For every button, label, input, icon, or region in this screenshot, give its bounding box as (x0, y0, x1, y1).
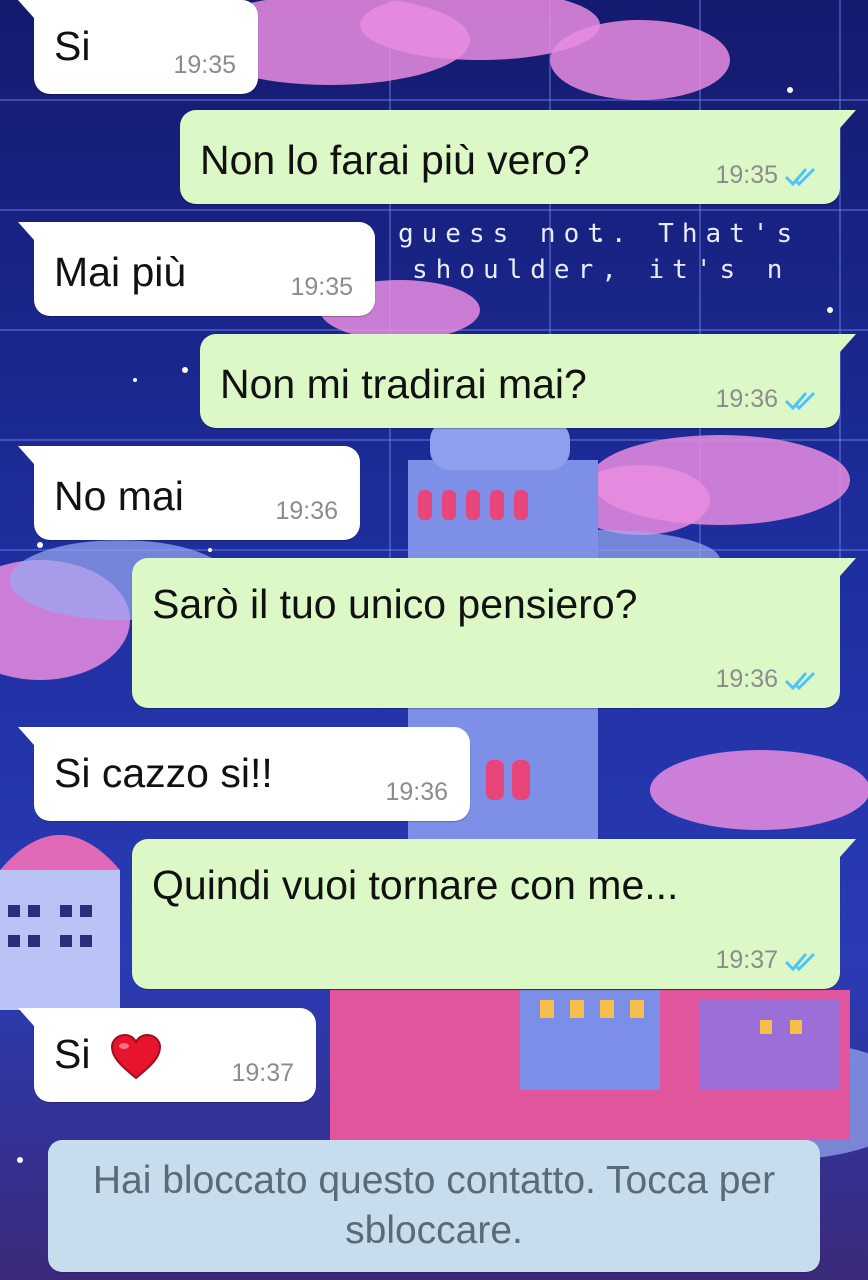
message-list[interactable]: Si 19:35 Non lo farai più vero? 19:35 Ma… (0, 0, 868, 1280)
message-bubble-incoming[interactable]: Mai più 19:35 (18, 222, 375, 316)
message-time: 19:36 (715, 385, 778, 413)
message-meta: 19:37 (231, 1059, 294, 1088)
message-meta: 19:35 (173, 51, 236, 80)
read-receipt-icon (784, 952, 816, 971)
message-text: Mai più (54, 249, 187, 295)
message-bubble-outgoing[interactable]: Quindi vuoi tornare con me... 19:37 (132, 839, 856, 989)
blocked-contact-notice[interactable]: Hai bloccato questo contatto. Tocca per … (48, 1140, 820, 1272)
read-receipt-icon (784, 671, 816, 690)
message-bubble-outgoing[interactable]: Sarò il tuo unico pensiero? 19:36 (132, 558, 856, 708)
message-time: 19:35 (290, 273, 353, 301)
blocked-contact-notice-text: Hai bloccato questo contatto. Tocca per … (92, 1159, 776, 1252)
message-text: Sarò il tuo unico pensiero? (152, 581, 638, 627)
message-time: 19:36 (715, 665, 778, 693)
message-time: 19:36 (275, 497, 338, 525)
message-bubble-incoming[interactable]: Si 19:35 (18, 0, 258, 94)
message-meta: 19:36 (275, 497, 338, 526)
message-text: No mai (54, 473, 184, 519)
message-meta: 19:36 (385, 778, 448, 807)
message-time: 19:37 (715, 946, 778, 974)
message-meta: 19:35 (290, 273, 353, 302)
message-text: Si (54, 1030, 162, 1080)
read-receipt-icon (784, 167, 816, 186)
message-text: Si (54, 23, 91, 69)
message-bubble-incoming[interactable]: Si 19:37 (18, 1008, 316, 1102)
message-meta: 19:36 (715, 385, 822, 414)
message-meta: 19:35 (715, 161, 822, 190)
message-text: Non mi tradirai mai? (220, 361, 587, 407)
message-time: 19:36 (385, 778, 448, 806)
message-meta: 19:36 (715, 665, 822, 694)
message-bubble-incoming[interactable]: Si cazzo si!! 19:36 (18, 727, 470, 821)
message-time: 19:37 (231, 1059, 294, 1087)
message-time: 19:35 (173, 51, 236, 79)
message-text: Si cazzo si!! (54, 750, 273, 796)
message-text: Non lo farai più vero? (200, 137, 590, 183)
message-time: 19:35 (715, 161, 778, 189)
message-text: Quindi vuoi tornare con me... (152, 862, 679, 908)
message-bubble-incoming[interactable]: No mai 19:36 (18, 446, 360, 540)
message-text-content: Si (54, 1031, 91, 1077)
read-receipt-icon (784, 391, 816, 410)
message-bubble-outgoing[interactable]: Non mi tradirai mai? 19:36 (200, 334, 856, 428)
message-meta: 19:37 (715, 946, 822, 975)
message-bubble-outgoing[interactable]: Non lo farai più vero? 19:35 (180, 110, 856, 204)
heart-emoji (110, 1034, 161, 1080)
